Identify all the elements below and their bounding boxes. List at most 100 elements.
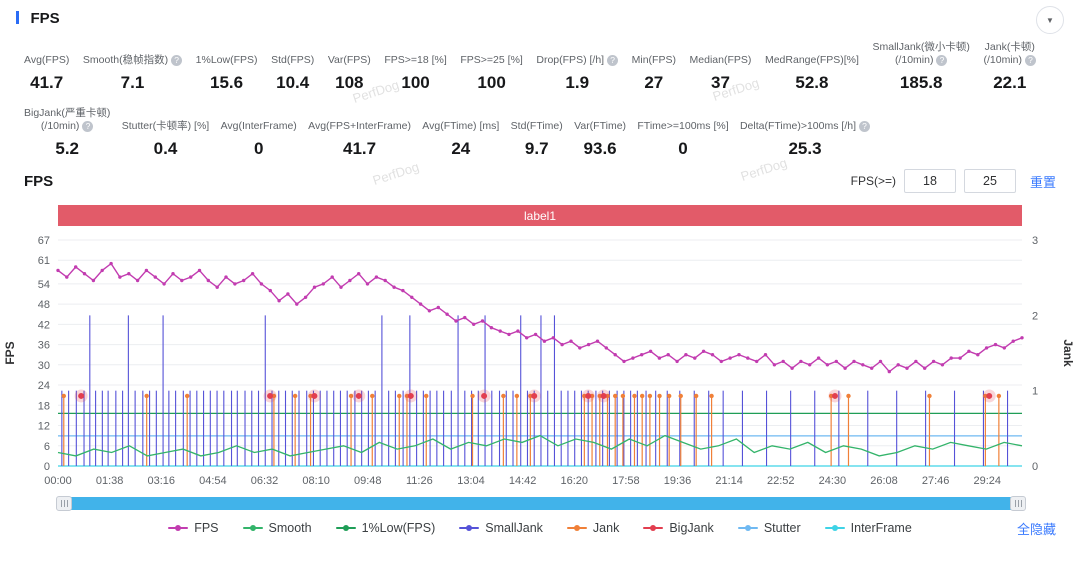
data-point [826,363,829,366]
metric-label: FPS>=18 [%] [384,40,446,67]
x-axis-label: 11:26 [406,475,433,487]
data-point [923,367,926,370]
metric-std-fps: Std(FPS) 10.4 [271,40,314,93]
metric-label: Std(FPS) [271,40,314,67]
metric-1%low-fps: 1%Low(FPS)15.6 [196,40,258,93]
metric-label: Var(FTime) [574,106,626,133]
legend-marker [825,527,845,529]
data-point [251,272,254,275]
metrics-row-1: Avg(FPS)41.7Smooth(稳帧指数)?7.11%Low(FPS)15… [24,40,1036,93]
metric-smalljank: SmallJank(微小卡顿)(/10min)?185.8 [872,40,969,93]
x-axis-label: 21:14 [715,475,743,487]
legend-item-fps[interactable]: FPS [168,521,218,535]
metric-label: Std(FTime) [511,106,563,133]
point [481,393,487,399]
metric-label: Drop(FPS) [/h]? [536,40,618,67]
help-icon[interactable]: ? [607,55,618,66]
data-point [684,353,687,356]
metric-label-text: Median(FPS) [690,54,752,67]
metric-ftime-100ms-%: FTime>=100ms [%]0 [637,106,728,159]
help-icon[interactable]: ? [171,55,182,66]
point [531,393,537,399]
scrollbar-right-handle[interactable] [1010,496,1026,511]
data-point [136,279,139,282]
legend-label: Smooth [269,521,312,535]
data-point [808,363,811,366]
point [601,393,607,399]
metric-label-text: Std(FTime) [511,120,563,133]
fps-chart-plot[interactable]: 0612182430364248546167012300:0001:3803:1… [0,228,1080,496]
metric-value: 5.2 [24,139,110,159]
legend-item-jank[interactable]: Jank [567,521,619,535]
data-point [437,306,440,309]
data-point [667,353,670,356]
data-point [799,360,802,363]
legend-marker [459,527,479,529]
y-axis-tick-left: 48 [38,299,50,311]
data-point [835,360,838,363]
help-icon[interactable]: ? [936,55,947,66]
data-point [941,363,944,366]
data-point [419,302,422,305]
legend-label: FPS [194,521,218,535]
metric-label: Avg(FTime) [ms] [422,106,499,133]
hide-all-link[interactable]: 全隐藏 [1017,519,1056,538]
scrollbar-track[interactable] [58,497,1024,510]
legend-item-bigjank[interactable]: BigJank [643,521,713,535]
legend-item-smalljank[interactable]: SmallJank [459,521,543,535]
data-point [1003,346,1006,349]
chevron-down-icon: ▼ [1046,16,1054,25]
data-point [392,286,395,289]
spike-marker [144,394,148,398]
data-point [101,269,104,272]
metric-avg-fps: Avg(FPS)41.7 [24,40,69,93]
y-axis-tick-left: 0 [44,461,50,473]
metric-value: 41.7 [24,73,69,93]
legend-item-interframe[interactable]: InterFrame [825,521,912,535]
fps-threshold-high-input[interactable] [964,169,1016,193]
data-point [773,363,776,366]
metric-value: 0 [221,139,297,159]
metric-label: Var(FPS) [328,40,371,67]
reset-link[interactable]: 重置 [1030,172,1056,191]
fps-threshold-low-input[interactable] [904,169,956,193]
metric-label-text: FTime>=100ms [%] [637,120,728,133]
y-axis-tick-right: 2 [1032,310,1038,322]
data-point [587,343,590,346]
data-point [843,367,846,370]
y-axis-tick-left: 24 [38,380,50,392]
collapse-button[interactable]: ▼ [1036,6,1064,34]
spike-marker [621,394,625,398]
point [408,393,414,399]
legend-marker [336,527,356,529]
data-point [481,319,484,322]
metric-label-text: Var(FPS) [328,54,371,67]
chart-scrollbar[interactable] [58,497,1024,510]
series-line [58,264,1022,372]
metric-label-text: (/10min)? [895,54,948,67]
legend-item-1%low-fps[interactable]: 1%Low(FPS) [336,521,436,535]
legend-item-smooth[interactable]: Smooth [243,521,312,535]
metric-label-text: Stutter(卡顿率) [%] [122,120,210,133]
help-icon[interactable]: ? [859,121,870,132]
point [311,393,317,399]
data-point [65,275,68,278]
legend-marker [643,527,663,529]
data-point [410,296,413,299]
metric-value: 100 [384,73,446,93]
metric-fps-25-%: FPS>=25 [%]100 [460,40,522,93]
data-point [914,360,917,363]
data-point [861,363,864,366]
help-icon[interactable]: ? [1025,55,1036,66]
data-point [870,367,873,370]
x-axis-label: 00:00 [44,475,72,487]
spike-marker [679,394,683,398]
metric-value: 10.4 [271,73,314,93]
legend-item-stutter[interactable]: Stutter [738,521,801,535]
help-icon[interactable]: ? [82,121,93,132]
metric-value: 1.9 [536,73,618,93]
data-point [976,353,979,356]
data-point [720,360,723,363]
data-point [817,356,820,359]
scrollbar-left-handle[interactable] [56,496,72,511]
